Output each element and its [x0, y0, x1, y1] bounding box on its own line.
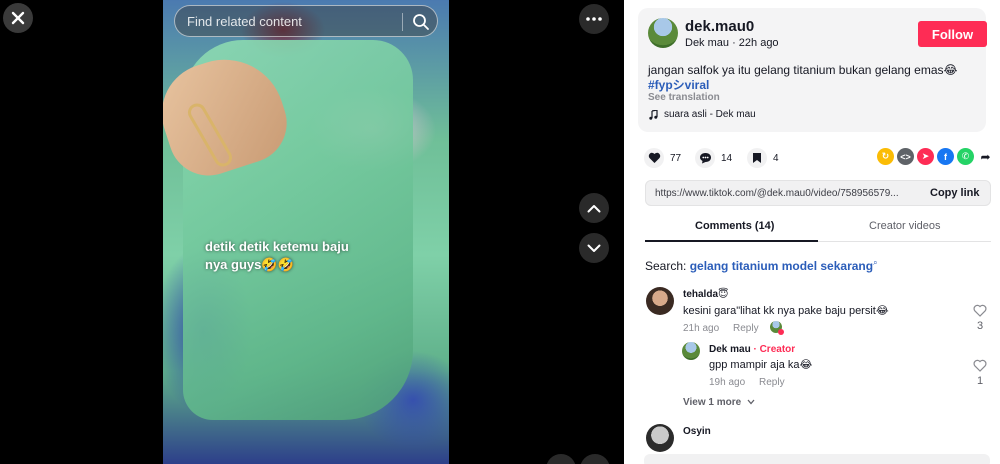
reply-text: gpp mampir aja ka😂 — [709, 359, 813, 371]
comment-tabs: Comments (14) Creator videos — [645, 212, 991, 242]
next-video-button[interactable] — [579, 233, 609, 263]
reply-like-count: 1 — [976, 375, 984, 387]
video-player[interactable] — [163, 0, 449, 464]
creator-liked-heart-icon — [778, 329, 784, 335]
search-suggestion[interactable]: Search: gelang titanium model sekarang⌕ — [645, 258, 878, 273]
commenter-name[interactable]: Osyin — [683, 426, 711, 437]
post-info-card: dek.mau0 Dek mau · 22h ago Follow jangan… — [638, 8, 987, 132]
creator-avatar[interactable] — [682, 342, 700, 360]
author-avatar[interactable] — [648, 18, 678, 48]
comment-action[interactable]: 14 — [695, 148, 732, 168]
video-link-box: https://www.tiktok.com/@dek.mau0/video/7… — [645, 180, 991, 206]
author-username[interactable]: dek.mau0 — [685, 18, 754, 35]
reply-author[interactable]: Dek mau · Creator — [709, 344, 795, 355]
reply-button[interactable]: Reply — [759, 377, 785, 388]
like-action[interactable]: 77 — [644, 148, 681, 168]
music-link[interactable]: suara asli - Dek mau — [648, 109, 756, 120]
active-tab-indicator — [645, 240, 818, 242]
comment-text: kesini gara"lihat kk nya pake baju persi… — [683, 305, 889, 317]
search-placeholder: Find related content — [187, 14, 302, 29]
details-panel: dek.mau0 Dek mau · 22h ago Follow jangan… — [624, 0, 1000, 464]
copy-link-button[interactable]: Copy link — [930, 187, 980, 199]
follow-button[interactable]: Follow — [918, 21, 987, 47]
facebook-icon[interactable]: f — [937, 148, 954, 165]
more-dots-icon — [586, 17, 602, 21]
heart-icon — [644, 148, 664, 168]
comment-like-count: 3 — [976, 320, 984, 332]
reply-time: 19h ago — [709, 377, 746, 388]
music-note-icon — [649, 109, 658, 120]
reply-like[interactable]: 1 — [972, 359, 988, 387]
add-comment-bar[interactable] — [644, 454, 990, 464]
chevron-up-icon — [587, 204, 601, 212]
more-options-button[interactable] — [579, 4, 609, 34]
whatsapp-icon[interactable]: ✆ — [957, 148, 974, 165]
search-small-icon: ⌕ — [873, 258, 878, 267]
search-icon[interactable] — [411, 12, 431, 32]
close-icon — [11, 11, 25, 25]
heart-outline-icon — [973, 304, 987, 317]
search-divider — [402, 13, 403, 31]
commenter-avatar[interactable] — [646, 424, 674, 452]
search-suggestion-query[interactable]: gelang titanium model sekarang — [690, 259, 873, 273]
comment-time: 21h ago — [683, 323, 720, 334]
previous-video-button[interactable] — [579, 193, 609, 223]
engagement-bar: 77 14 4 ↻ <> ➤ f ✆ ➦ — [644, 148, 994, 168]
view-more-replies[interactable]: View 1 more — [683, 397, 755, 408]
heart-outline-icon — [973, 359, 987, 372]
report-button[interactable] — [580, 454, 610, 464]
search-suggestion-prefix: Search: — [645, 259, 687, 273]
share-options: ↻ <> ➤ f ✆ ➦ — [877, 148, 994, 165]
reply-button[interactable]: Reply — [733, 323, 759, 334]
view-more-label: View 1 more — [683, 397, 742, 408]
share-arrow-icon[interactable]: ➦ — [977, 148, 994, 165]
like-count: 77 — [670, 152, 682, 164]
author-meta: Dek mau · 22h ago — [685, 37, 779, 49]
bookmark-icon — [747, 148, 767, 168]
embed-icon[interactable]: <> — [897, 148, 914, 165]
hashtag-link[interactable]: #fypシviral — [648, 76, 709, 93]
send-to-friend-icon[interactable]: ➤ — [917, 148, 934, 165]
chevron-down-icon — [747, 399, 755, 405]
reply-author-name: Dek mau — [709, 344, 751, 355]
commenter-name[interactable]: tehalda😇 — [683, 289, 728, 300]
repost-icon[interactable]: ↻ — [877, 148, 894, 165]
commenter-avatar[interactable] — [646, 287, 674, 315]
save-action[interactable]: 4 — [747, 148, 779, 168]
comment-like[interactable]: 3 — [972, 304, 988, 332]
chevron-down-icon — [587, 244, 601, 252]
video-url[interactable]: https://www.tiktok.com/@dek.mau0/video/7… — [655, 188, 920, 199]
comment-count: 14 — [721, 152, 733, 164]
creator-badge: · Creator — [753, 344, 796, 355]
see-translation-link[interactable]: See translation — [648, 92, 720, 103]
save-count: 4 — [773, 152, 779, 164]
video-overlay-caption: detik detik ketemu baju nya guys🤣🤣 — [205, 239, 349, 272]
related-content-search[interactable]: Find related content — [174, 5, 438, 37]
comment-bubble-icon — [695, 148, 715, 168]
tab-comments[interactable]: Comments (14) — [695, 220, 774, 232]
video-area: detik detik ketemu baju nya guys🤣🤣 Find … — [0, 0, 624, 464]
volume-button[interactable] — [546, 454, 576, 464]
music-title: suara asli - Dek mau — [664, 109, 756, 120]
close-button[interactable] — [3, 3, 33, 33]
app-root: detik detik ketemu baju nya guys🤣🤣 Find … — [0, 0, 1000, 464]
tab-creator-videos[interactable]: Creator videos — [869, 220, 941, 232]
